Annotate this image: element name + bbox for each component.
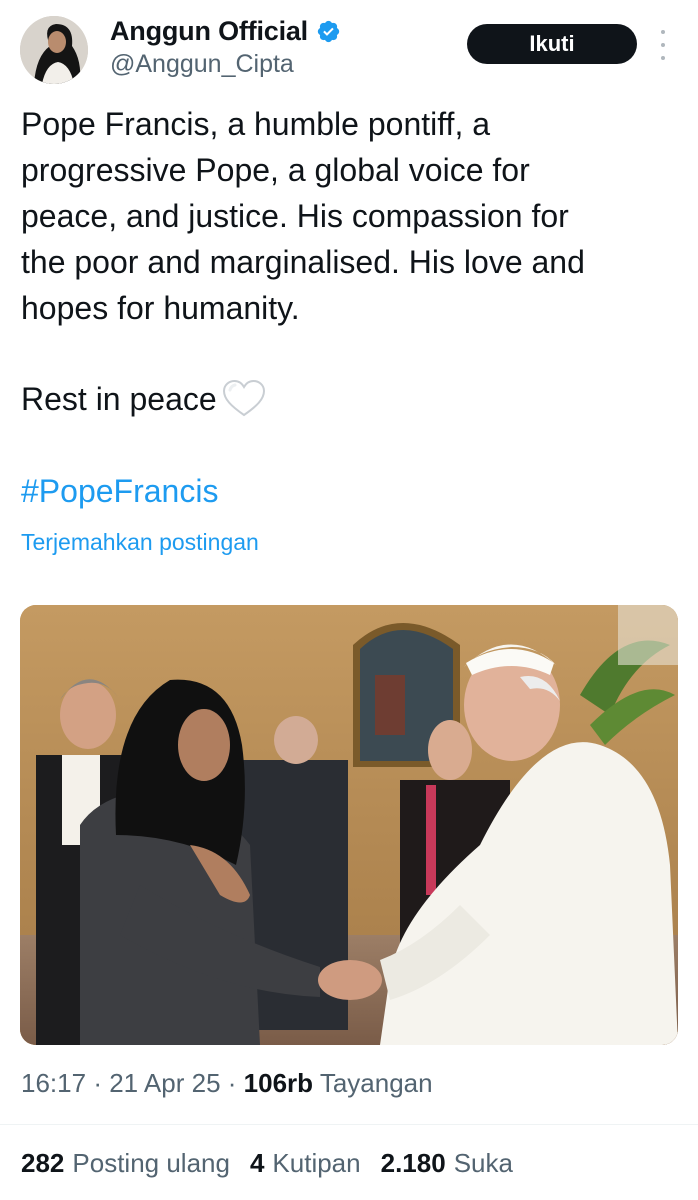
views-count: 106rb <box>243 1068 314 1098</box>
post-text-line: the poor and marginalised. His love and <box>21 244 585 280</box>
likes-count: 2.180 <box>380 1148 446 1178</box>
verified-badge-icon <box>317 20 340 42</box>
post-text-line: Pope Francis, a humble pontiff, a <box>21 106 491 142</box>
author-handle[interactable]: @Anggun_Cipta <box>110 50 294 79</box>
post-text-line: hopes for humanity. <box>21 290 300 326</box>
likes-label: Suka <box>453 1148 513 1178</box>
quotes-stat[interactable]: 4 Kutipan <box>250 1148 361 1179</box>
reposts-label: Posting ulang <box>72 1148 230 1178</box>
post-photo[interactable] <box>20 605 678 1045</box>
follow-button[interactable]: Ikuti <box>467 24 637 64</box>
meta-separator: · <box>227 1068 237 1098</box>
post-meta: 16:17 · 21 Apr 25 · 106rb Tayangan <box>21 1068 433 1099</box>
post-text-line: peace, and justice. His compassion for <box>21 198 569 234</box>
post-text-line: progressive Pope, a global voice for <box>21 152 530 188</box>
engagement-stats: 282 Posting ulang 4 Kutipan 2.180 Suka <box>21 1148 513 1179</box>
more-vertical-icon[interactable] <box>655 30 671 60</box>
white-heart-icon <box>222 379 265 417</box>
author-display-name[interactable]: Anggun Official <box>110 16 308 47</box>
quotes-count: 4 <box>249 1148 265 1178</box>
quotes-label: Kutipan <box>272 1148 361 1178</box>
tweet-detail: Anggun Official @Anggun_Cipta Ikuti Pope… <box>0 0 698 1200</box>
hashtag-link[interactable]: #PopeFrancis <box>21 468 218 514</box>
avatar-image <box>20 16 88 84</box>
reposts-count: 282 <box>21 1148 65 1178</box>
closing-text: Rest in peace <box>21 381 217 417</box>
likes-stat[interactable]: 2.180 Suka <box>381 1148 513 1179</box>
reposts-stat[interactable]: 282 Posting ulang <box>21 1148 230 1179</box>
views-label: Tayangan <box>319 1068 433 1098</box>
translate-post-link[interactable]: Terjemahkan postingan <box>21 529 259 556</box>
author-avatar[interactable] <box>20 16 88 84</box>
post-text: Pope Francis, a humble pontiff, a progre… <box>21 101 681 331</box>
divider <box>0 1124 698 1125</box>
post-time[interactable]: 16:17 <box>21 1068 86 1098</box>
post-closing-line: Rest in peace <box>21 376 267 422</box>
meta-separator: · <box>93 1068 102 1098</box>
post-date[interactable]: 21 Apr 25 <box>109 1068 220 1098</box>
author-name-row[interactable]: Anggun Official <box>110 14 341 48</box>
photo-image <box>20 605 678 1045</box>
